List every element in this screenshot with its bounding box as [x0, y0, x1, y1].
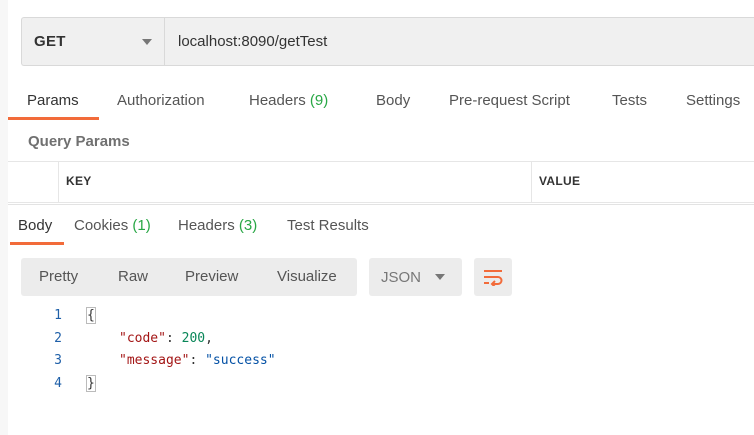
wrap-lines-icon	[484, 270, 503, 286]
chevron-down-icon	[435, 274, 445, 280]
code-line: 1 {	[0, 307, 754, 330]
headers-count-badge: (9)	[309, 92, 329, 109]
tab-label: Pre-request Script	[449, 92, 570, 109]
tab-label: Cookies	[74, 217, 129, 234]
tab-response-headers[interactable]: Headers (3)	[178, 217, 257, 234]
method-label: GET	[34, 33, 66, 50]
json-separator: :	[165, 331, 182, 346]
open-brace: {	[86, 307, 96, 324]
json-key: "code"	[119, 331, 166, 346]
json-key: "message"	[119, 353, 190, 368]
code-line: 4 }	[0, 375, 754, 398]
line-number: 3	[54, 353, 62, 368]
tab-test-results[interactable]: Test Results	[287, 217, 369, 234]
request-tabs: Params Authorization Headers (9) Body Pr…	[8, 86, 754, 121]
code-entry: "code": 200,	[119, 331, 213, 346]
visualize-button[interactable]: Visualize	[277, 268, 337, 285]
tab-response-body[interactable]: Body	[18, 217, 52, 234]
tab-settings[interactable]: Settings	[686, 92, 740, 109]
line-number: 1	[54, 308, 62, 323]
value-column-header: VALUE	[539, 174, 581, 188]
line-number: 4	[54, 376, 62, 391]
request-bar: GET	[21, 17, 754, 66]
pane-splitter[interactable]	[8, 204, 754, 205]
query-params-table: KEY VALUE	[8, 161, 754, 203]
tab-authorization[interactable]: Authorization	[117, 92, 205, 109]
tab-params[interactable]: Params	[27, 92, 79, 109]
tab-label: Settings	[686, 92, 741, 109]
tab-cookies[interactable]: Cookies (1)	[74, 217, 151, 234]
tab-pre-request-script[interactable]: Pre-request Script	[449, 92, 570, 109]
response-tabs: Body Cookies (1) Headers (3) Test Result…	[8, 209, 754, 247]
tab-label: Headers	[178, 217, 235, 234]
format-select[interactable]: JSON	[369, 258, 462, 296]
code-line: 3 "message": "success"	[0, 353, 754, 375]
active-tab-indicator	[8, 117, 99, 120]
close-brace: }	[86, 375, 96, 392]
line-number: 2	[54, 331, 62, 346]
tab-label: Tests	[612, 92, 648, 109]
json-separator: :	[189, 353, 206, 368]
pretty-button[interactable]: Pretty	[39, 268, 78, 285]
response-headers-count-badge: (3)	[238, 217, 258, 234]
chevron-down-icon	[142, 38, 152, 45]
tab-label: Headers	[249, 92, 306, 109]
format-label: JSON	[381, 268, 422, 286]
code-entry: "message": "success"	[119, 353, 276, 368]
checkbox-column	[8, 162, 59, 202]
tab-label: Authorization	[117, 92, 205, 109]
tab-label: Body	[18, 217, 53, 234]
tab-label: Test Results	[287, 217, 369, 234]
raw-button[interactable]: Raw	[118, 268, 148, 285]
tab-headers[interactable]: Headers (9)	[249, 92, 328, 109]
json-comma: ,	[205, 331, 213, 346]
json-value: "success"	[205, 353, 276, 368]
method-select[interactable]: GET	[22, 18, 165, 65]
tab-body[interactable]: Body	[376, 92, 410, 109]
wrap-lines-button[interactable]	[474, 258, 512, 296]
cookies-count-badge: (1)	[132, 217, 151, 234]
active-response-tab-indicator	[10, 242, 64, 245]
tab-tests[interactable]: Tests	[612, 92, 647, 109]
key-column-header: KEY	[66, 174, 92, 188]
query-params-title: Query Params	[28, 133, 130, 150]
code-line: 2 "code": 200,	[0, 331, 754, 353]
tab-label: Params	[27, 92, 79, 109]
key-column	[58, 162, 532, 202]
preview-button[interactable]: Preview	[185, 268, 238, 285]
view-mode-group: Pretty Raw Preview Visualize	[21, 258, 357, 296]
tab-label: Body	[376, 92, 411, 109]
url-input[interactable]	[165, 18, 754, 65]
json-value: 200	[181, 331, 206, 346]
